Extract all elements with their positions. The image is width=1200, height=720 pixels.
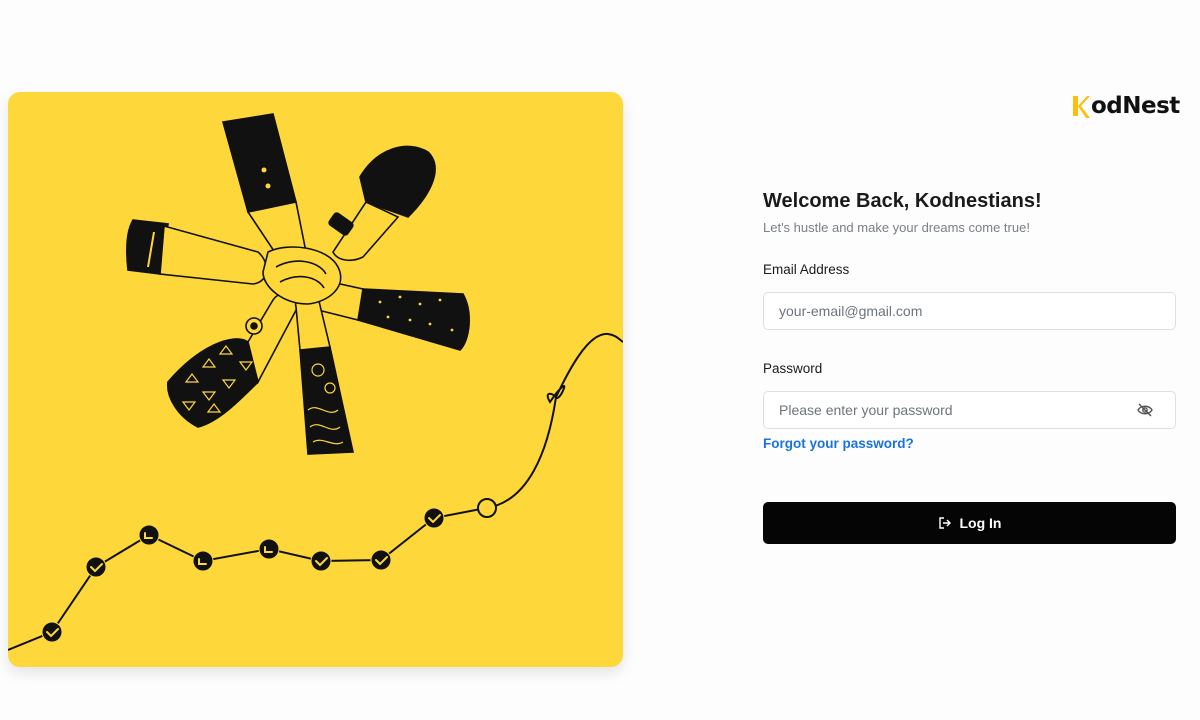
check-marks [46, 514, 441, 638]
login-button-label: Log In [959, 515, 1002, 531]
eye-off-icon[interactable] [1137, 403, 1153, 417]
login-button[interactable]: Log In [763, 502, 1176, 544]
login-arrow-icon [938, 517, 951, 529]
email-field[interactable] [779, 293, 1129, 329]
kodnest-k-mark-icon [1073, 96, 1090, 118]
email-field-wrapper [763, 292, 1176, 330]
hero-illustration-panel [8, 92, 623, 667]
password-label: Password [763, 361, 823, 376]
stacked-hands [126, 113, 470, 455]
logo-text: odNest [1091, 93, 1180, 119]
goal-checkpoint [477, 498, 497, 518]
teamwork-illustration [8, 113, 623, 651]
kodnest-logo: odNest [1072, 92, 1180, 120]
page-title: Welcome Back, Kodnestians! [763, 190, 1042, 212]
email-label: Email Address [763, 262, 850, 277]
forgot-password-link[interactable]: Forgot your password? [763, 436, 914, 451]
login-form: Welcome Back, Kodnestians! Let's hustle … [763, 188, 1176, 544]
progress-checkpoints [41, 507, 445, 643]
password-field-wrapper [763, 391, 1176, 429]
page-subtitle: Let's hustle and make your dreams come t… [763, 220, 1030, 235]
password-field[interactable] [779, 392, 1129, 428]
